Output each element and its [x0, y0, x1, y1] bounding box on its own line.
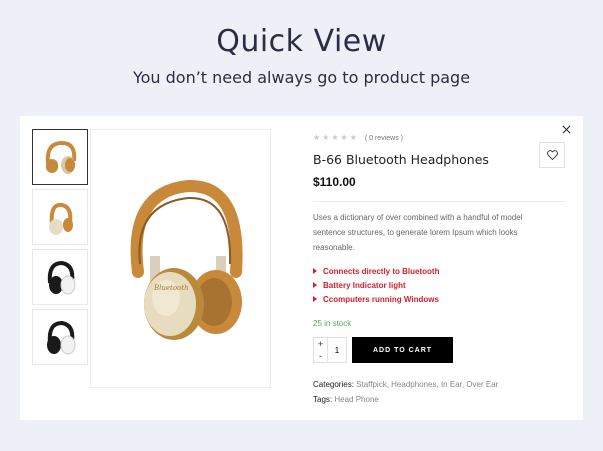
wishlist-button[interactable]	[539, 142, 565, 168]
thumbnail-list	[32, 129, 88, 369]
thumbnail-4[interactable]	[32, 309, 88, 365]
stock-status: 25 in stock	[313, 319, 352, 328]
thumbnail-3[interactable]	[32, 249, 88, 305]
product-meta: Categories: Staffpick, Headphones, In Ea…	[313, 377, 565, 407]
add-to-cart-button[interactable]: ADD TO CART	[352, 337, 453, 363]
tags-row: Tags: Head Phone	[313, 392, 565, 407]
quantity-stepper: + -	[313, 337, 347, 363]
arrow-right-icon	[313, 282, 317, 288]
star-icon: ★	[322, 133, 330, 142]
divider	[313, 201, 565, 202]
star-icon: ★	[340, 133, 348, 142]
quick-view-subheading: You don’t need always go to product page	[132, 68, 471, 87]
headphones-black-side-image	[47, 260, 76, 295]
feature-text: Connects directly to Bluetooth	[323, 266, 440, 276]
categories-label: Categories:	[313, 380, 354, 389]
feature-item: Ccomputers running Windows	[313, 292, 565, 306]
headphones-gold-front-image	[49, 202, 73, 235]
feature-list: Connects directly to Bluetooth Battery I…	[313, 264, 565, 306]
thumbnail-2[interactable]	[32, 189, 88, 245]
arrow-right-icon	[313, 296, 317, 302]
categories-row: Categories: Staffpick, Headphones, In Ea…	[313, 377, 565, 392]
product-title: B-66 Bluetooth Headphones	[313, 152, 489, 167]
star-icon: ★	[331, 133, 339, 142]
tags-links[interactable]: Head Phone	[334, 395, 378, 404]
thumbnail-1[interactable]	[32, 129, 88, 185]
cart-row: + - ADD TO CART	[313, 337, 565, 363]
heart-icon	[546, 150, 558, 160]
headphones-gold-side-image	[45, 140, 77, 174]
rating-row: ★ ★ ★ ★ ★ ( 0 reviews )	[313, 132, 565, 144]
product-info: ★ ★ ★ ★ ★ ( 0 reviews ) B-66 Bluetooth H…	[313, 132, 565, 407]
star-icon: ★	[313, 133, 321, 142]
quick-view-heading: Quick View	[216, 24, 387, 59]
arrow-right-icon	[313, 268, 317, 274]
increment-button[interactable]: +	[318, 339, 323, 349]
categories-links[interactable]: Staffpick, Headphones, In Ear, Over Ear	[356, 380, 498, 389]
headphones-black-front-image	[47, 320, 76, 355]
svg-text:Bluetooth: Bluetooth	[153, 284, 189, 292]
feature-item: Connects directly to Bluetooth	[313, 264, 565, 278]
quantity-input[interactable]	[328, 338, 346, 362]
star-rating: ★ ★ ★ ★ ★	[313, 134, 357, 142]
tags-label: Tags:	[313, 395, 333, 404]
quick-view-modal: Bluetooth ★ ★ ★ ★ ★ ( 0 reviews ) B-66 B…	[20, 116, 583, 420]
feature-text: Battery Indicator light	[323, 280, 406, 290]
feature-text: Ccomputers running Windows	[323, 294, 439, 304]
star-icon: ★	[349, 133, 357, 142]
product-price: $110.00	[313, 175, 356, 189]
product-description: Uses a dictionary of over combined with …	[313, 213, 523, 252]
feature-item: Battery Indicator light	[313, 278, 565, 292]
quantity-buttons: + -	[314, 338, 328, 362]
headphones-product-image: Bluetooth	[130, 179, 243, 340]
decrement-button[interactable]: -	[319, 351, 322, 361]
reviews-link[interactable]: ( 0 reviews )	[365, 135, 403, 142]
product-main-image[interactable]: Bluetooth	[90, 129, 271, 388]
